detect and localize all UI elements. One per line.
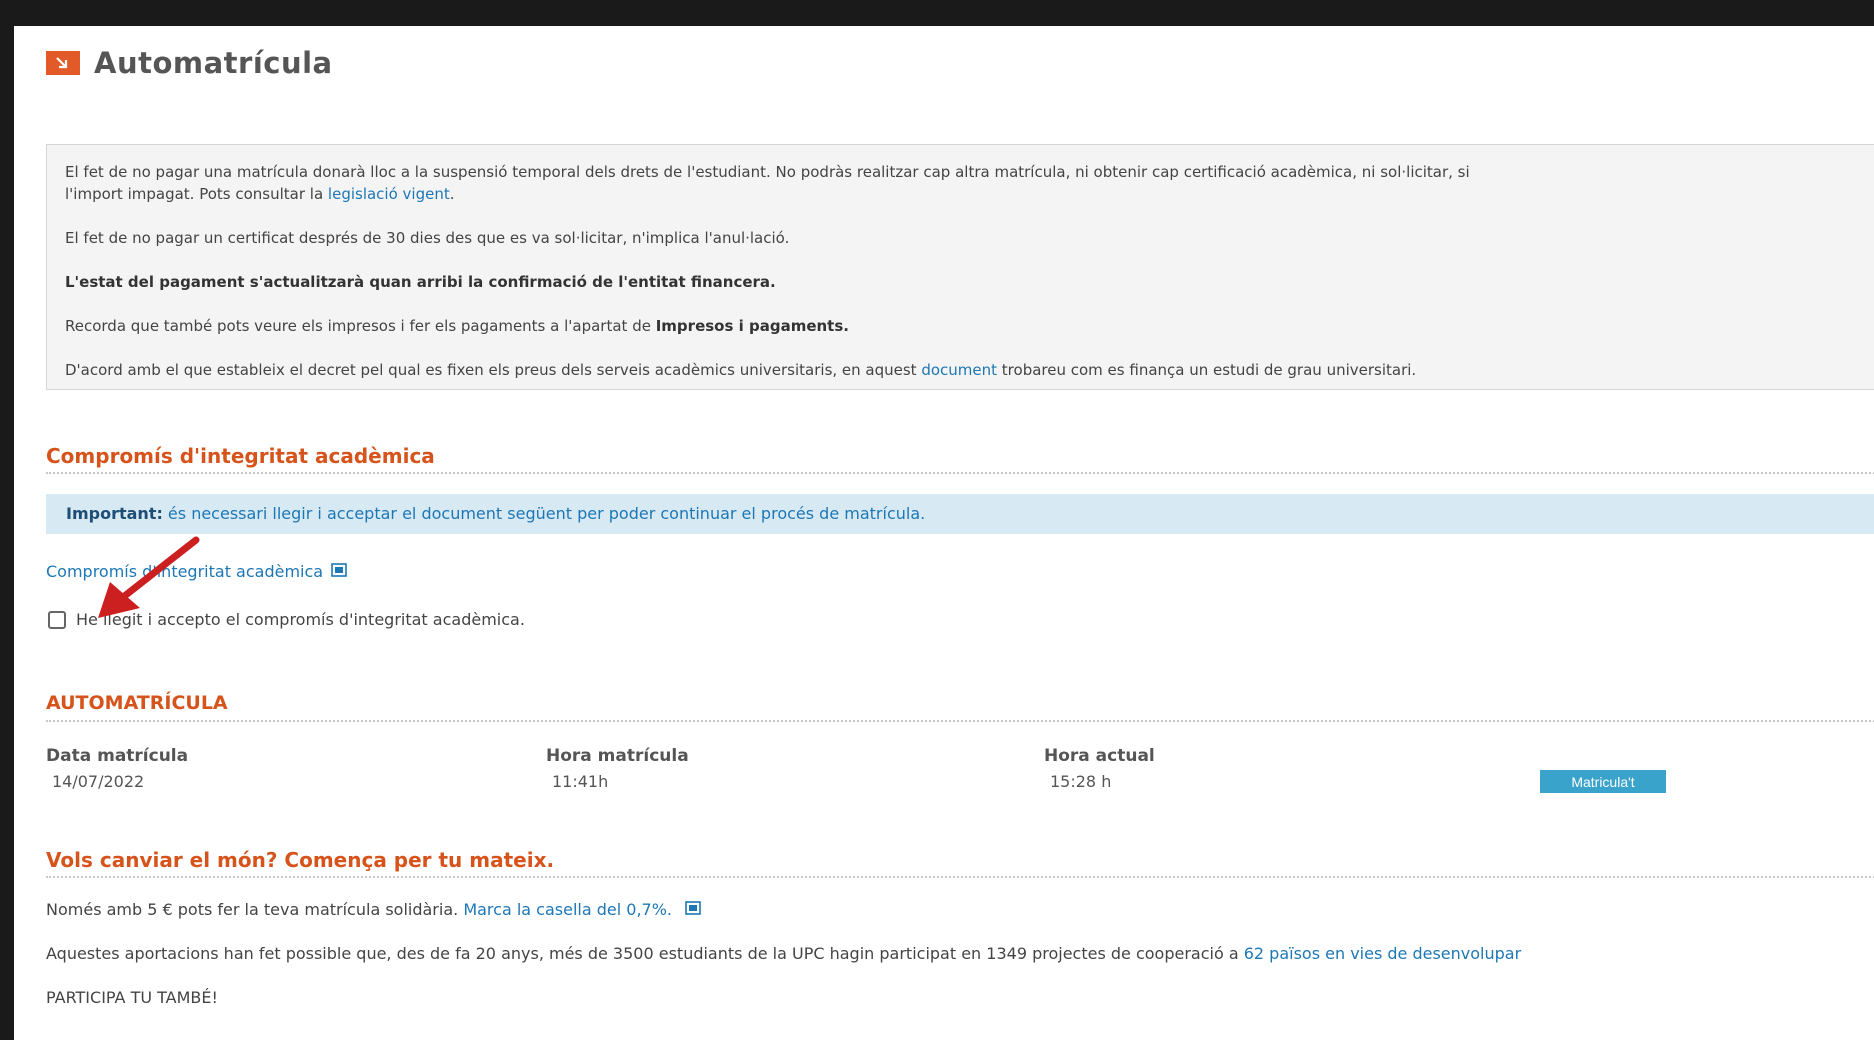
payment-info-box: El fet de no pagar una matrícula donarà …: [46, 144, 1874, 390]
solidarity-divider: [46, 876, 1874, 878]
external-link-icon: [685, 900, 701, 919]
automatricula-heading: AUTOMATRÍCULA: [46, 692, 228, 714]
automatricula-divider: [46, 720, 1874, 722]
info-paragraph-1: El fet de no pagar una matrícula donarà …: [65, 163, 1470, 203]
page-frame: Automatrícula El fet de no pagar una mat…: [14, 26, 1874, 1040]
current-time-label: Hora actual: [1044, 746, 1155, 766]
enrollment-date-value: 14/07/2022: [52, 772, 145, 791]
enrollment-date-label: Data matrícula: [46, 746, 189, 766]
important-notice: Important: és necessari llegir i accepta…: [46, 494, 1874, 534]
info-paragraph-3: L'estat del pagament s'actualitzarà quan…: [65, 273, 776, 291]
solidarity-checkbox-link[interactable]: Marca la casella del 0,7%.: [463, 900, 672, 919]
integrity-heading: Compromís d'integritat acadèmica: [46, 444, 435, 468]
page-header: Automatrícula: [46, 46, 333, 80]
developing-countries-link[interactable]: 62 països en vies de desenvolupar: [1244, 944, 1521, 963]
info-paragraph-5: D'acord amb el que estableix el decret p…: [65, 361, 1417, 379]
arrow-down-right-icon: [46, 51, 80, 75]
integrity-divider: [46, 472, 1874, 474]
solidarity-line-3: PARTICIPA TU TAMBÉ!: [46, 988, 218, 1007]
integrity-accept-checkbox[interactable]: [48, 610, 66, 629]
external-link-icon: [331, 562, 347, 581]
enroll-button[interactable]: Matricula't: [1540, 770, 1666, 793]
legislation-link[interactable]: legislació vigent: [328, 185, 450, 203]
info-paragraph-4: Recorda que també pots veure els impreso…: [65, 317, 849, 335]
document-link[interactable]: document: [921, 361, 997, 379]
info-paragraph-2: El fet de no pagar un certificat després…: [65, 229, 790, 247]
enrollment-time-value: 11:41h: [552, 772, 609, 791]
enrollment-time-label: Hora matrícula: [546, 746, 689, 766]
solidarity-line-1: Només amb 5 € pots fer la teva matrícula…: [46, 900, 701, 919]
solidarity-heading: Vols canviar el món? Comença per tu mate…: [46, 848, 555, 872]
annotation-arrow-icon: [98, 536, 200, 618]
page-title: Automatrícula: [94, 46, 333, 80]
solidarity-line-2: Aquestes aportacions han fet possible qu…: [46, 944, 1522, 963]
current-time-value: 15:28 h: [1050, 772, 1112, 791]
